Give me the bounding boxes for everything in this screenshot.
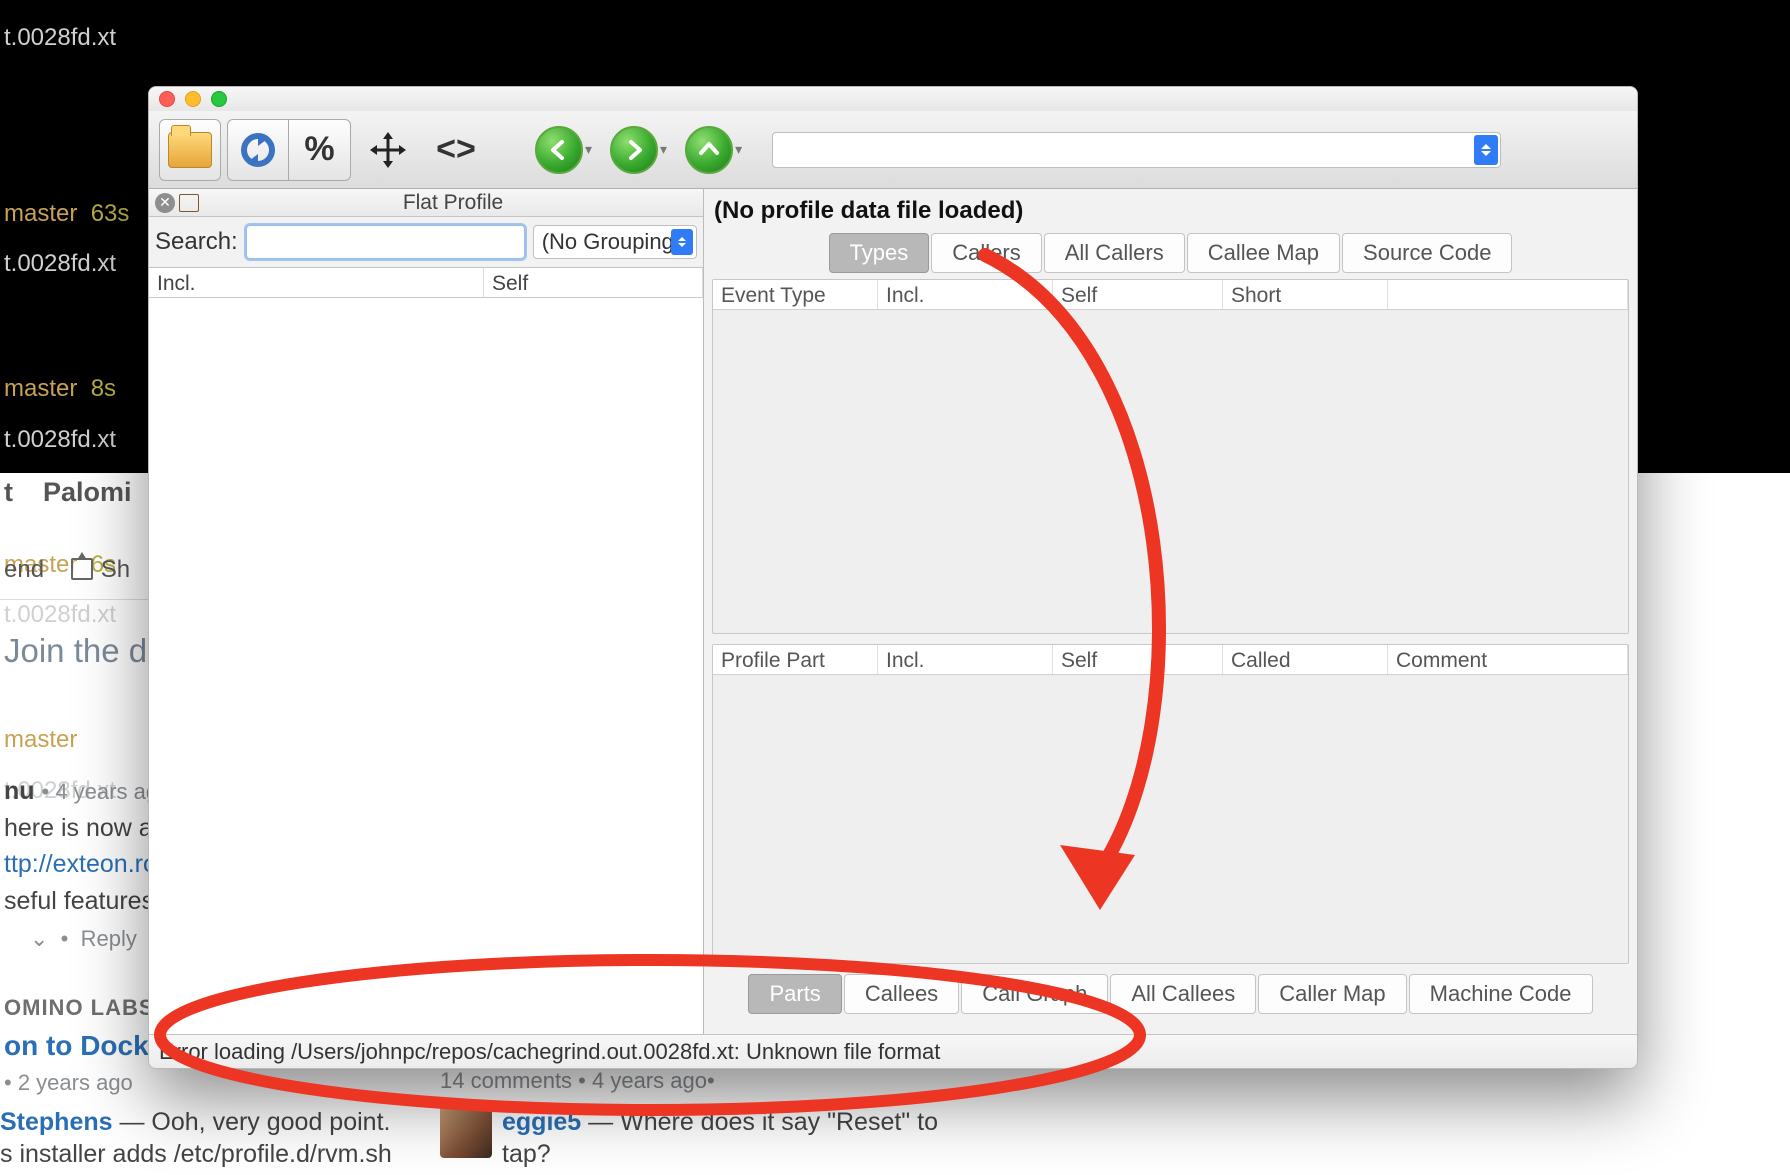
col-called[interactable]: Called (1223, 645, 1388, 674)
chevron-down-icon: ⌄ (30, 926, 48, 951)
up-button[interactable] (685, 126, 733, 174)
back-dropdown-icon[interactable]: ▾ (585, 141, 592, 158)
tab-callees[interactable]: Callees (844, 974, 959, 1014)
tab-callee-map[interactable]: Callee Map (1187, 233, 1340, 273)
close-window-button[interactable] (159, 91, 175, 107)
toolbar: % <> ▾ ▾ ▾ (149, 111, 1637, 189)
status-bar: Error loading /Users/johnpc/repos/cacheg… (149, 1034, 1637, 1068)
tab-types[interactable]: Types (829, 233, 930, 273)
titlebar[interactable] (149, 87, 1637, 111)
forward-dropdown-icon[interactable]: ▾ (660, 141, 667, 158)
top-panel: Event Type Incl. Self Short (712, 279, 1629, 634)
search-input[interactable] (246, 225, 525, 259)
tab-all-callers[interactable]: All Callers (1044, 233, 1185, 273)
arrow-up-icon (697, 138, 721, 162)
folder-icon (168, 132, 212, 168)
maximize-window-button[interactable] (211, 91, 227, 107)
tab-parts[interactable]: Parts (748, 974, 841, 1014)
external-link[interactable]: ttp://exteon.ro (4, 850, 157, 878)
toolbar-combo[interactable] (772, 132, 1501, 168)
tab-caller-map[interactable]: Caller Map (1258, 974, 1406, 1014)
col-profile-part[interactable]: Profile Part (713, 645, 878, 674)
tab-all-callees[interactable]: All Callees (1110, 974, 1256, 1014)
open-file-button[interactable] (159, 119, 221, 181)
arrow-right-icon (622, 138, 646, 162)
tab-source-code[interactable]: Source Code (1342, 233, 1512, 273)
tab-call-graph[interactable]: Call Graph (961, 974, 1108, 1014)
percent-button[interactable]: % (289, 119, 351, 181)
col-incl[interactable]: Incl. (149, 268, 484, 297)
arrow-left-icon (547, 138, 571, 162)
avatar (440, 1106, 492, 1158)
top-tabbar: Types Callers All Callers Callee Map Sou… (704, 233, 1637, 279)
col-comment[interactable]: Comment (1388, 645, 1628, 674)
col-self[interactable]: Self (484, 268, 703, 297)
grouping-select[interactable]: (No Grouping) (533, 225, 697, 259)
app-window: % <> ▾ ▾ ▾ ✕ Flat Profile Search: (No Gr… (148, 86, 1638, 1069)
up-dropdown-icon[interactable]: ▾ (735, 141, 742, 158)
tab-machine-code[interactable]: Machine Code (1409, 974, 1593, 1014)
col-self2[interactable]: Self (1053, 645, 1223, 674)
minimize-window-button[interactable] (185, 91, 201, 107)
combo-dropdown-icon[interactable] (1474, 135, 1498, 165)
search-label: Search: (155, 228, 238, 256)
left-pane: ✕ Flat Profile Search: (No Grouping) Inc… (149, 189, 704, 1034)
back-button[interactable] (535, 126, 583, 174)
refresh-icon (238, 130, 278, 170)
select-dropdown-icon (671, 229, 693, 255)
left-table-header: Incl. Self (149, 268, 703, 298)
col-incl2[interactable]: Incl. (878, 645, 1053, 674)
reply-link[interactable]: Reply (81, 926, 137, 951)
forward-button[interactable] (610, 126, 658, 174)
move-tool-button[interactable] (357, 119, 419, 181)
bottom-tabbar: Parts Callees Call Graph All Callees Cal… (704, 974, 1637, 1022)
left-table-body (149, 298, 703, 1034)
close-pane-button[interactable]: ✕ (155, 193, 175, 213)
col-event-type[interactable]: Event Type (713, 280, 878, 309)
code-tool-button[interactable]: <> (425, 119, 487, 181)
move-icon (368, 130, 408, 170)
mid-panel: Profile Part Incl. Self Called Comment (712, 644, 1629, 964)
no-profile-title: (No profile data file loaded) (704, 189, 1637, 233)
col-incl[interactable]: Incl. (878, 280, 1053, 309)
tab-callers[interactable]: Callers (931, 233, 1041, 273)
share-icon (71, 558, 93, 580)
col-self[interactable]: Self (1053, 280, 1223, 309)
col-short[interactable]: Short (1223, 280, 1388, 309)
reload-button[interactable] (227, 119, 289, 181)
duplicate-icon[interactable] (179, 194, 199, 212)
right-pane: (No profile data file loaded) Types Call… (704, 189, 1637, 1034)
flat-profile-title: Flat Profile (209, 191, 697, 215)
